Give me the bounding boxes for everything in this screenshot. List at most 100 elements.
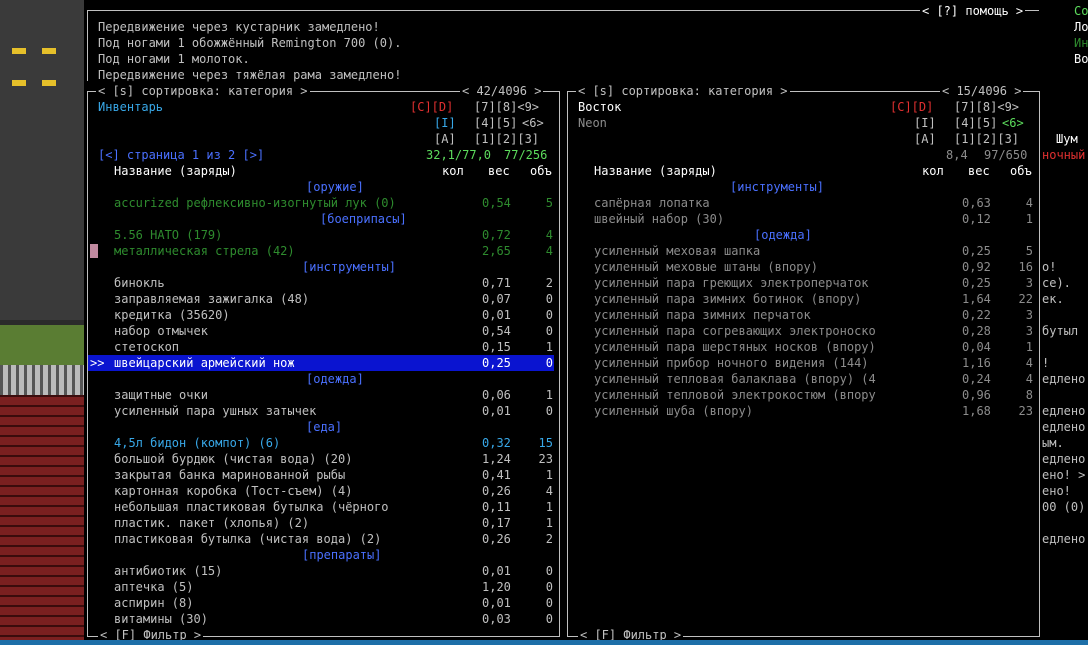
- key-123[interactable]: [1][2][3]: [474, 131, 539, 147]
- item-name[interactable]: accurized рефлексивно-изогнутый лук (0): [114, 195, 396, 211]
- item-name[interactable]: усиленный пара греющих электроперчаток: [594, 275, 869, 291]
- item-weight: 0,25: [962, 276, 991, 290]
- item-volume: 3: [1025, 308, 1033, 322]
- item-name[interactable]: усиленный пара зимних перчаток: [594, 307, 811, 323]
- item-name[interactable]: стетоскоп: [114, 339, 179, 355]
- item-weight: 0,71: [482, 276, 511, 290]
- item-weight: 0,12: [962, 212, 991, 226]
- item-volume: 2: [545, 276, 553, 290]
- item-name[interactable]: кредитка (35620): [114, 307, 230, 323]
- item-volume: 8: [1025, 388, 1033, 402]
- item-weight: 1,24: [482, 452, 511, 466]
- key-i[interactable]: [I]: [914, 115, 936, 131]
- item-name[interactable]: металлическая стрела (42): [114, 243, 295, 259]
- item-name[interactable]: небольшая пластиковая бутылка (чёрного: [114, 499, 389, 515]
- item-volume: 1: [545, 500, 553, 514]
- item-name[interactable]: заправляемая зажигалка (48): [114, 291, 309, 307]
- road-marking: [42, 80, 56, 86]
- item-volume: 0: [545, 308, 553, 322]
- item-volume: 1: [545, 516, 553, 530]
- key-789[interactable]: [7][8]<9>: [954, 99, 1019, 115]
- item-volume: 4: [545, 244, 553, 258]
- help-button[interactable]: < [?] помощь >: [920, 3, 1026, 19]
- category-header: [инструменты]: [302, 260, 396, 274]
- sidebar-log-line: ено!: [1042, 484, 1071, 498]
- item-volume: 4: [1025, 356, 1033, 370]
- item-weight: 0,54: [482, 196, 511, 210]
- item-volume: 1: [545, 388, 553, 402]
- category-header: [препараты]: [302, 548, 382, 562]
- key-456[interactable]: [4][5]: [474, 115, 517, 131]
- item-name[interactable]: антибиотик (15): [114, 563, 222, 579]
- key-cd[interactable]: [C][D]: [890, 99, 933, 115]
- item-weight: 0,72: [482, 228, 511, 242]
- item-name[interactable]: усиленный меховые штаны (впору): [594, 259, 818, 275]
- item-name[interactable]: пластик. пакет (хлопья) (2): [114, 515, 309, 531]
- item-name[interactable]: сапёрная лопатка: [594, 195, 710, 211]
- map-fence: [0, 365, 84, 395]
- bottom-border: [0, 640, 1088, 645]
- item-weight: 0,06: [482, 388, 511, 402]
- selection-cursor: >>: [90, 356, 105, 370]
- key-a[interactable]: [A]: [914, 131, 936, 147]
- item-name[interactable]: картонная коробка (Тост-съем) (4): [114, 483, 352, 499]
- road-marking: [12, 80, 26, 86]
- key-789[interactable]: [7][8]<9>: [474, 99, 539, 115]
- item-weight: 0,28: [962, 324, 991, 338]
- right-sort-header[interactable]: < [s] сортировка: категория >: [576, 83, 790, 99]
- item-volume: 5: [545, 196, 553, 210]
- item-weight: 0,01: [482, 596, 511, 610]
- direction-title: Восток: [578, 100, 622, 114]
- left-sort-header[interactable]: < [s] сортировка: категория >: [96, 83, 310, 99]
- sidebar-log-line: !: [1042, 356, 1050, 370]
- item-weight: 2,65: [482, 244, 511, 258]
- item-weight: 0,15: [482, 340, 511, 354]
- item-name[interactable]: витамины (30): [114, 611, 208, 627]
- item-name[interactable]: 4,5л бидон (компот) (6): [114, 435, 280, 451]
- key-123[interactable]: [1][2][3]: [954, 131, 1019, 147]
- item-name[interactable]: усиленный тепловая балаклава (впору) (4: [594, 371, 876, 387]
- item-name[interactable]: бинокль: [114, 275, 165, 291]
- item-weight: 0,11: [482, 500, 511, 514]
- item-volume: 0: [545, 612, 553, 626]
- item-volume: 1: [545, 468, 553, 482]
- item-volume: 5: [1025, 244, 1033, 258]
- item-name[interactable]: 5.56 НАТО (179): [114, 227, 222, 243]
- item-name[interactable]: усиленный прибор ночного видения (144): [594, 355, 869, 371]
- item-volume: 0: [545, 356, 553, 370]
- item-weight: 0,32: [482, 436, 511, 450]
- page-indicator[interactable]: [<] страница 1 из 2 [>]: [98, 147, 264, 163]
- item-weight: 0,01: [482, 404, 511, 418]
- key-a[interactable]: [A]: [434, 131, 456, 147]
- item-name[interactable]: усиленный шуба (впору): [594, 403, 753, 419]
- key-6[interactable]: <6>: [522, 115, 544, 131]
- item-volume: 0: [545, 580, 553, 594]
- item-name[interactable]: усиленный меховая шапка: [594, 243, 760, 259]
- key-6[interactable]: <6>: [1002, 115, 1024, 131]
- item-name[interactable]: усиленный пара согревающих электроноско: [594, 323, 876, 339]
- item-name[interactable]: набор отмычек: [114, 323, 208, 339]
- key-i[interactable]: [I]: [434, 115, 456, 131]
- item-name[interactable]: аспирин (8): [114, 595, 193, 611]
- key-cd[interactable]: [C][D]: [410, 99, 453, 115]
- item-name[interactable]: усиленный пара шерстяных носков (впору): [594, 339, 876, 355]
- item-volume: 4: [545, 228, 553, 242]
- item-name[interactable]: швейцарский армейский нож: [114, 355, 295, 371]
- item-weight: 0,54: [482, 324, 511, 338]
- item-name[interactable]: усиленный пара зимних ботинок (впору): [594, 291, 861, 307]
- item-volume: 15: [538, 436, 553, 450]
- item-name[interactable]: защитные очки: [114, 387, 208, 403]
- volume-readout: 77/256: [504, 148, 548, 162]
- item-name[interactable]: большой бурдюк (чистая вода) (20): [114, 451, 352, 467]
- message-line: Под ногами 1 молоток.: [98, 52, 250, 66]
- item-weight: 0,07: [482, 292, 511, 306]
- sidebar-log-line: едлено: [1042, 452, 1086, 466]
- item-name[interactable]: усиленный пара ушных затычек: [114, 403, 316, 419]
- item-name[interactable]: швейный набор (30): [594, 211, 724, 227]
- item-name[interactable]: аптечка (5): [114, 579, 193, 595]
- item-name[interactable]: закрытая банка маринованной рыбы: [114, 467, 345, 483]
- key-456[interactable]: [4][5]: [954, 115, 997, 131]
- col-qty-header: кол: [922, 164, 944, 178]
- item-name[interactable]: усиленный тепловой электрокостюм (впору: [594, 387, 876, 403]
- item-name[interactable]: пластиковая бутылка (чистая вода) (2): [114, 531, 381, 547]
